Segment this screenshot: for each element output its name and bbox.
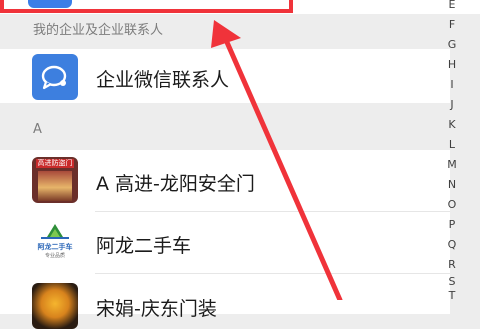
- index-letter-q[interactable]: Q: [446, 238, 458, 251]
- index-letter-e[interactable]: E: [446, 0, 458, 11]
- contact-name: 企业微信联系人: [96, 69, 230, 91]
- car-logo-title: 阿龙二手车: [37, 243, 73, 251]
- contact-name: A 高进-龙阳安全门: [96, 173, 255, 195]
- section-header-a: A: [33, 122, 42, 137]
- index-letter-j[interactable]: J: [446, 98, 458, 111]
- shop-sign-text: 高进防盗门: [36, 159, 74, 168]
- index-letter-r[interactable]: R: [446, 258, 458, 271]
- index-letter-m[interactable]: M: [446, 158, 458, 171]
- wecom-contacts-icon: [32, 54, 78, 100]
- index-letter-o[interactable]: O: [446, 198, 458, 211]
- alphabet-index-bar[interactable]: E F G H I J K L M N O P Q R S T: [446, 0, 458, 302]
- list-item-along[interactable]: 阿龙二手车 专业品质 阿龙二手车: [0, 212, 450, 274]
- index-letter-g[interactable]: G: [446, 38, 458, 51]
- section-header-enterprise: 我的企业及企业联系人: [33, 23, 164, 38]
- list-item-gaojin[interactable]: 高进防盗门 A 高进-龙阳安全门: [0, 150, 450, 212]
- index-letter-p[interactable]: P: [446, 218, 458, 231]
- food-avatar: [32, 283, 78, 329]
- index-letter-k[interactable]: K: [446, 118, 458, 131]
- index-letter-i[interactable]: I: [446, 78, 458, 91]
- shop-avatar: 高进防盗门: [32, 157, 78, 203]
- car-logo-avatar: 阿龙二手车 专业品质: [32, 219, 78, 265]
- list-item-wecom-contacts[interactable]: 企业微信联系人: [0, 49, 450, 103]
- contact-name: 宋娟-庆东门装: [96, 298, 217, 320]
- index-letter-l[interactable]: L: [446, 138, 458, 151]
- list-item-songjuan[interactable]: 宋娟-庆东门装: [0, 274, 450, 329]
- contact-name: 阿龙二手车: [96, 235, 192, 257]
- car-logo-subtitle: 专业品质: [44, 253, 65, 259]
- index-letter-h[interactable]: H: [446, 58, 458, 71]
- shop-front: [38, 171, 72, 201]
- index-letter-f[interactable]: F: [446, 18, 458, 31]
- index-letter-s[interactable]: S: [446, 275, 458, 288]
- index-letter-t[interactable]: T: [446, 289, 458, 302]
- highlight-box: [0, 0, 293, 13]
- index-letter-n[interactable]: N: [446, 178, 458, 191]
